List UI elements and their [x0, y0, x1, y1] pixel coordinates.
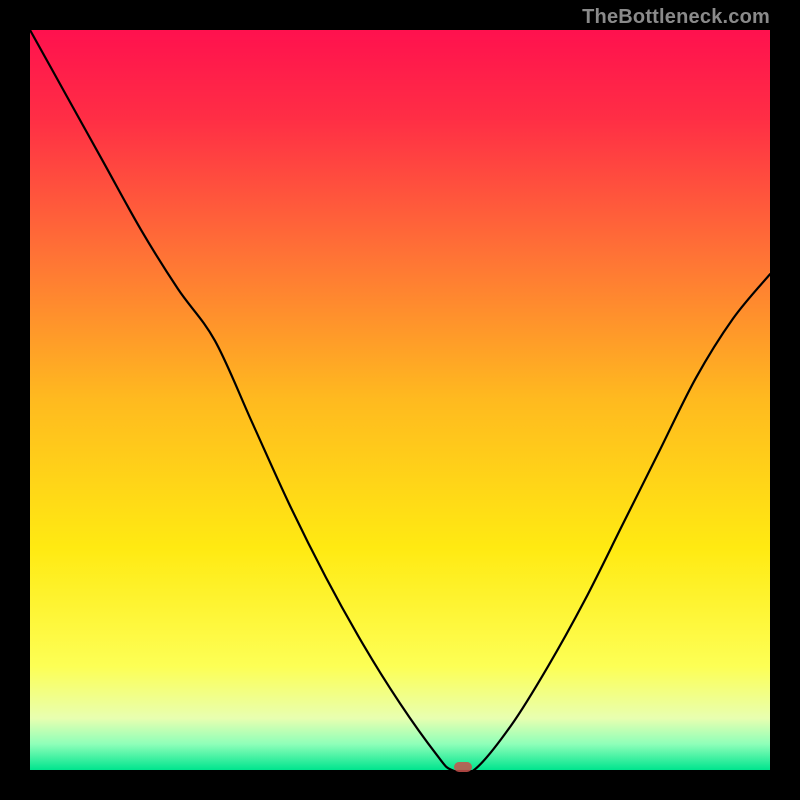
- chart-background: [30, 30, 770, 770]
- optimal-marker: [454, 762, 472, 772]
- watermark-text: TheBottleneck.com: [582, 6, 770, 29]
- bottleneck-chart: [30, 30, 770, 770]
